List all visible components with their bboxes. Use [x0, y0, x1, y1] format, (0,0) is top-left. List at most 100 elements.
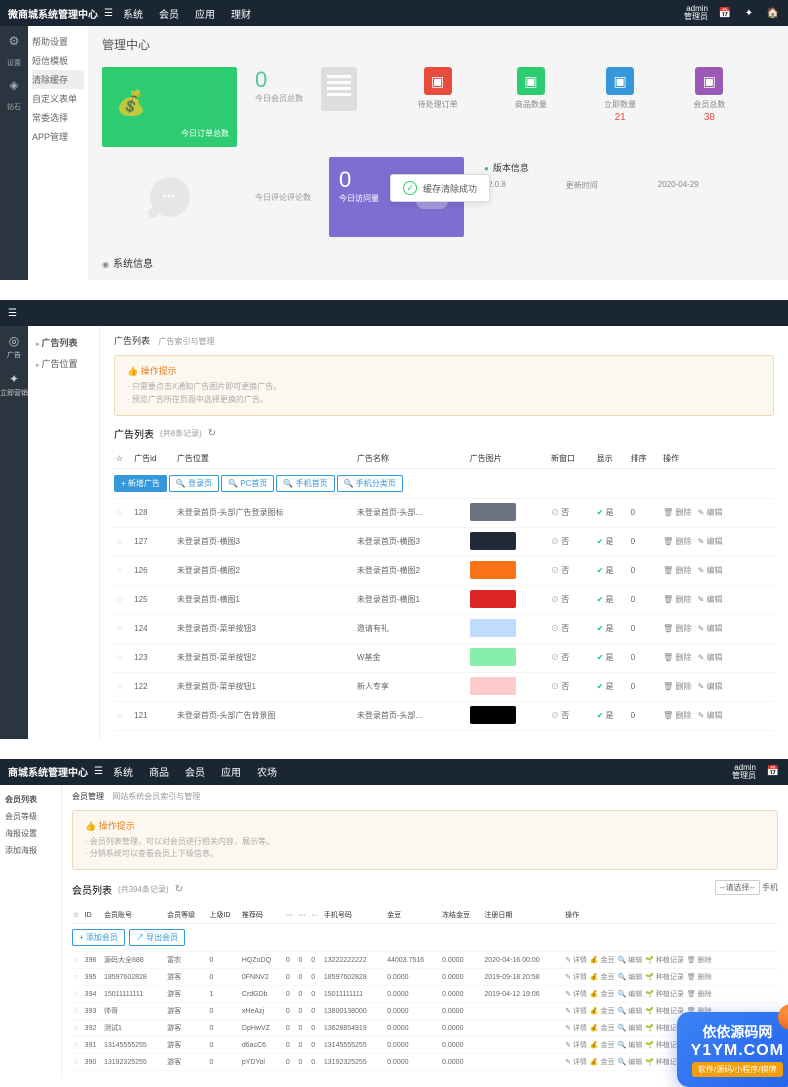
sparkle-icon[interactable]: ✦: [742, 6, 756, 20]
op-link[interactable]: 🔍 编辑: [618, 1008, 643, 1015]
ad-thumbnail[interactable]: [470, 648, 516, 666]
menu-add-poster[interactable]: 添加海报: [4, 842, 57, 859]
op-link[interactable]: 🔍 编辑: [618, 1059, 643, 1066]
menu-member-level[interactable]: 会员等级: [4, 808, 57, 825]
sidemenu-item[interactable]: APP管理: [32, 127, 84, 146]
edit-link[interactable]: ✎ 编辑: [698, 595, 723, 604]
star-icon[interactable]: ☆: [73, 974, 79, 981]
ad-thumbnail[interactable]: [470, 561, 516, 579]
op-link[interactable]: 🌱 种植记录: [645, 1008, 684, 1015]
nav-item[interactable]: 农场: [257, 764, 277, 779]
op-link[interactable]: ✎ 详情: [565, 1008, 587, 1015]
menu-member-list[interactable]: 会员列表: [4, 791, 57, 808]
star-icon[interactable]: ☆: [116, 682, 123, 691]
ad-thumbnail[interactable]: [470, 590, 516, 608]
filter-button[interactable]: 🔍 PC首页: [221, 475, 274, 492]
star-icon[interactable]: ☆: [73, 1059, 79, 1066]
admin-badge[interactable]: admin 管理员: [732, 764, 756, 780]
nav-app[interactable]: 应用: [195, 6, 215, 21]
op-link[interactable]: ✎ 详情: [565, 1025, 587, 1032]
op-link[interactable]: ✎ 详情: [565, 991, 587, 998]
ad-thumbnail[interactable]: [470, 503, 516, 521]
delete-link[interactable]: 🗑 删除: [663, 508, 691, 517]
edit-link[interactable]: ✎ 编辑: [698, 508, 723, 517]
op-link[interactable]: 🗑 删除: [687, 974, 712, 981]
star-icon[interactable]: ☆: [73, 1025, 79, 1032]
op-link[interactable]: ✎ 详情: [565, 974, 587, 981]
admin-badge[interactable]: admin 管理员: [684, 5, 708, 21]
menu-poster-settings[interactable]: 海报设置: [4, 825, 57, 842]
op-link[interactable]: 💰 金豆: [590, 957, 615, 964]
nav-item[interactable]: 商品: [149, 764, 169, 779]
star-icon[interactable]: ☆: [116, 537, 123, 546]
star-icon[interactable]: ☆: [116, 624, 123, 633]
sidemenu-item[interactable]: 自定义表单: [32, 89, 84, 108]
op-link[interactable]: 💰 金豆: [590, 1042, 615, 1049]
op-link[interactable]: 🌱 种植记录: [645, 1042, 684, 1049]
op-link[interactable]: 🗑 删除: [687, 1008, 712, 1015]
ad-thumbnail[interactable]: [470, 677, 516, 695]
delete-link[interactable]: 🗑 删除: [663, 653, 691, 662]
side-ads[interactable]: ◎广告: [0, 334, 28, 360]
op-link[interactable]: 🔍 编辑: [618, 991, 643, 998]
op-link[interactable]: 🔍 编辑: [618, 1042, 643, 1049]
op-link[interactable]: 🗑 删除: [687, 1059, 712, 1066]
op-link[interactable]: 🔍 编辑: [618, 957, 643, 964]
ad-thumbnail[interactable]: [470, 619, 516, 637]
edit-link[interactable]: ✎ 编辑: [698, 566, 723, 575]
op-link[interactable]: 🌱 种植记录: [645, 974, 684, 981]
export-member-button[interactable]: ↗ 导出会员: [129, 929, 185, 946]
nav-finance[interactable]: 理财: [231, 6, 251, 21]
hamburger-icon[interactable]: ☰: [8, 308, 17, 319]
ad-thumbnail[interactable]: [470, 532, 516, 550]
delete-link[interactable]: 🗑 删除: [663, 624, 691, 633]
op-link[interactable]: 🗑 删除: [687, 991, 712, 998]
star-icon[interactable]: ☆: [116, 566, 123, 575]
ad-thumbnail[interactable]: [470, 706, 516, 724]
edit-link[interactable]: ✎ 编辑: [698, 653, 723, 662]
op-link[interactable]: 🌱 种植记录: [645, 1025, 684, 1032]
star-icon[interactable]: ☆: [73, 957, 79, 964]
sidemenu-item[interactable]: 帮助设置: [32, 32, 84, 51]
op-link[interactable]: 💰 金豆: [590, 974, 615, 981]
menu-ad-list[interactable]: 广告列表: [34, 332, 93, 353]
op-link[interactable]: 🗑 删除: [687, 957, 712, 964]
nav-member[interactable]: 会员: [159, 6, 179, 21]
delete-link[interactable]: 🗑 删除: [663, 595, 691, 604]
op-link[interactable]: 🌱 种植记录: [645, 957, 684, 964]
filter-button[interactable]: 🔍 登录页: [169, 475, 219, 492]
refresh-icon[interactable]: ↻: [175, 884, 183, 895]
add-member-button[interactable]: + 添加会员: [72, 929, 125, 946]
op-link[interactable]: 🗑 删除: [687, 1042, 712, 1049]
star-icon[interactable]: ☆: [116, 508, 123, 517]
star-icon[interactable]: ☆: [73, 991, 79, 998]
edit-link[interactable]: ✎ 编辑: [698, 624, 723, 633]
diamond-icon[interactable]: ◈: [5, 76, 23, 94]
nav-system[interactable]: 系统: [123, 6, 143, 21]
nav-item[interactable]: 会员: [185, 764, 205, 779]
edit-link[interactable]: ✎ 编辑: [698, 682, 723, 691]
filter-button[interactable]: + 新增广告: [114, 475, 167, 492]
op-link[interactable]: 💰 金豆: [590, 991, 615, 998]
nav-item[interactable]: 应用: [221, 764, 241, 779]
edit-link[interactable]: ✎ 编辑: [698, 537, 723, 546]
op-link[interactable]: ✎ 详情: [565, 957, 587, 964]
op-link[interactable]: 🌱 种植记录: [645, 991, 684, 998]
op-link[interactable]: ✎ 详情: [565, 1042, 587, 1049]
nav-item[interactable]: 系统: [113, 764, 133, 779]
calendar-icon[interactable]: 📅: [766, 765, 780, 779]
sidemenu-item[interactable]: 常委选择: [32, 108, 84, 127]
calendar-icon[interactable]: 📅: [718, 6, 732, 20]
star-icon[interactable]: ☆: [116, 595, 123, 604]
hamburger-icon[interactable]: ☰: [104, 8, 113, 19]
star-icon[interactable]: ☆: [73, 1042, 79, 1049]
gear-icon[interactable]: ⚙: [5, 32, 23, 50]
sidemenu-item[interactable]: 短信模板: [32, 51, 84, 70]
delete-link[interactable]: 🗑 删除: [663, 682, 691, 691]
op-link[interactable]: 🔍 编辑: [618, 974, 643, 981]
star-icon[interactable]: ☆: [73, 1008, 79, 1015]
filter-select[interactable]: --请选择--: [715, 880, 760, 895]
refresh-icon[interactable]: ↻: [208, 428, 216, 439]
edit-link[interactable]: ✎ 编辑: [698, 711, 723, 720]
op-link[interactable]: 💰 金豆: [590, 1008, 615, 1015]
